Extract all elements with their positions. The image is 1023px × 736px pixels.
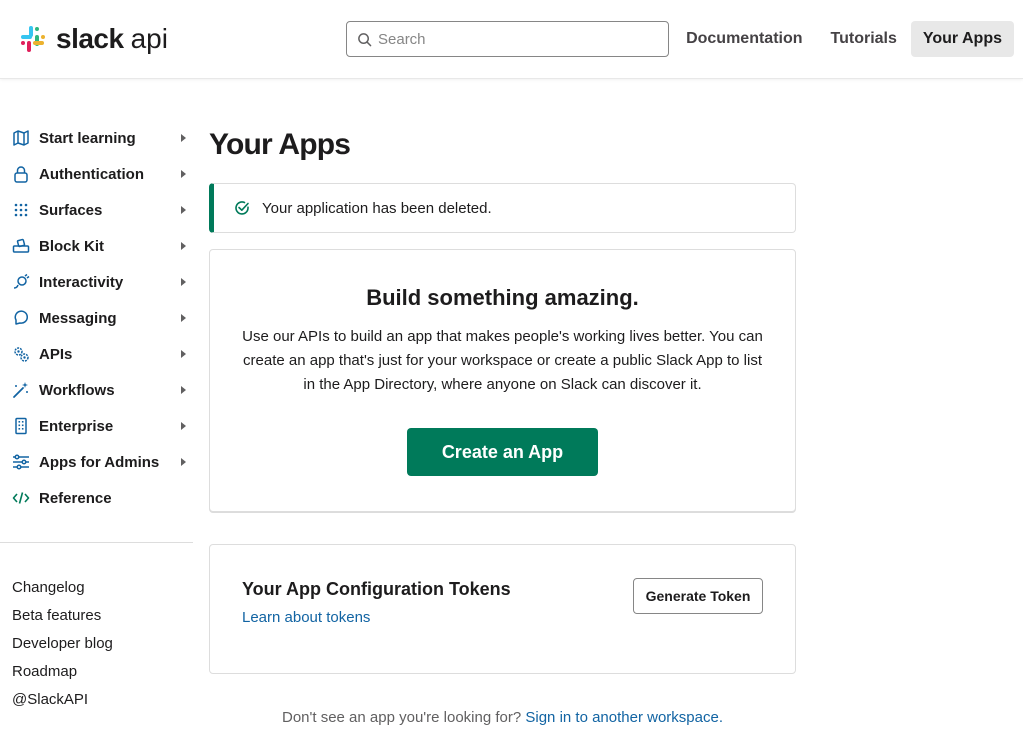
- link-beta-features[interactable]: Beta features: [12, 602, 113, 630]
- logo-word: slack: [56, 23, 124, 54]
- alert-message: Your application has been deleted.: [262, 199, 492, 217]
- sidebar-item-label: Messaging: [39, 309, 117, 327]
- gears-icon: [12, 345, 30, 363]
- chat-icon: [12, 309, 30, 327]
- sidebar-item-messaging[interactable]: Messaging: [0, 300, 193, 336]
- tokens-heading: Your App Configuration Tokens: [242, 579, 511, 599]
- link-roadmap[interactable]: Roadmap: [12, 658, 113, 686]
- sidebar-item-surfaces[interactable]: Surfaces: [0, 192, 193, 228]
- sidebar-item-label: Apps for Admins: [39, 453, 160, 471]
- magic-wand-icon: [12, 381, 30, 399]
- grid-dots-icon: [12, 201, 30, 219]
- build-description: Use our APIs to build an app that makes …: [242, 328, 763, 393]
- slack-logo-icon: [21, 26, 45, 52]
- learn-tokens-link[interactable]: Learn about tokens: [242, 609, 370, 626]
- sidebar-item-workflows[interactable]: Workflows: [0, 372, 193, 408]
- top-nav: Documentation Tutorials Your Apps: [672, 21, 1014, 57]
- sidebar-item-label: Reference: [39, 489, 112, 507]
- sidebar-item-label: Authentication: [39, 165, 144, 183]
- lock-icon: [12, 165, 30, 183]
- sidebar-item-label: Start learning: [39, 129, 136, 147]
- sidebar-item-apps-for-admins[interactable]: Apps for Admins: [0, 444, 193, 480]
- sidebar-item-label: Workflows: [39, 381, 115, 399]
- success-alert: Your application has been deleted.: [209, 183, 796, 233]
- building-icon: [12, 417, 30, 435]
- sidebar-links: Changelog Beta features Developer blog R…: [12, 574, 113, 714]
- sidebar-item-label: Enterprise: [39, 417, 114, 435]
- top-header: slack api Documentation Tutorials Your A…: [0, 0, 1023, 79]
- footer-note: Don't see an app you're looking for? Sig…: [209, 709, 796, 726]
- sidebar-item-block-kit[interactable]: Block Kit: [0, 228, 193, 264]
- nav-tutorials[interactable]: Tutorials: [817, 21, 911, 57]
- create-app-button[interactable]: Create an App: [407, 428, 598, 476]
- config-tokens-card: Your App Configuration Tokens Learn abou…: [209, 544, 796, 674]
- sidebar-item-reference[interactable]: Reference: [0, 480, 193, 516]
- plug-icon: [12, 273, 30, 291]
- sidebar-nav: Start learning Authentication Surfaces B…: [0, 120, 193, 516]
- sidebar-item-label: APIs: [39, 345, 73, 363]
- caret-right-icon[interactable]: [181, 134, 186, 142]
- sidebar-item-authentication[interactable]: Authentication: [0, 156, 193, 192]
- generate-token-button[interactable]: Generate Token: [633, 578, 763, 614]
- nav-documentation[interactable]: Documentation: [672, 21, 816, 57]
- check-circle-icon: [235, 201, 249, 215]
- sliders-icon: [12, 453, 30, 471]
- link-developer-blog[interactable]: Developer blog: [12, 630, 113, 658]
- caret-right-icon[interactable]: [181, 278, 186, 286]
- sidebar-item-enterprise[interactable]: Enterprise: [0, 408, 193, 444]
- sidebar-item-label: Surfaces: [39, 201, 103, 219]
- nav-your-apps[interactable]: Your Apps: [910, 21, 1014, 57]
- logo-suffix: api: [130, 23, 168, 54]
- sidebar-item-apis[interactable]: APIs: [0, 336, 193, 372]
- search-box[interactable]: [346, 21, 669, 57]
- search-icon: [358, 32, 372, 46]
- sidebar-divider: [0, 542, 193, 543]
- caret-right-icon[interactable]: [181, 422, 186, 430]
- slack-api-logo[interactable]: slack api: [18, 24, 168, 54]
- sidebar-item-label: Interactivity: [39, 273, 124, 291]
- link-slackapi[interactable]: @SlackAPI: [12, 686, 113, 714]
- blocks-icon: [12, 237, 30, 255]
- build-heading: Build something amazing.: [366, 285, 639, 310]
- sidebar-item-start-learning[interactable]: Start learning: [0, 120, 193, 156]
- caret-right-icon[interactable]: [181, 206, 186, 214]
- footer-text: Don't see an app you're looking for?: [281, 709, 526, 726]
- page-title: Your Apps: [209, 128, 351, 161]
- sidebar-item-label: Block Kit: [39, 237, 105, 255]
- caret-right-icon[interactable]: [181, 242, 186, 250]
- caret-right-icon[interactable]: [181, 314, 186, 322]
- caret-right-icon[interactable]: [181, 386, 186, 394]
- caret-right-icon[interactable]: [181, 170, 186, 178]
- sidebar-item-interactivity[interactable]: Interactivity: [0, 264, 193, 300]
- caret-right-icon[interactable]: [181, 350, 186, 358]
- book-map-icon: [12, 129, 30, 147]
- search-input[interactable]: [378, 30, 658, 48]
- build-card: Build something amazing. Use our APIs to…: [209, 249, 796, 512]
- link-changelog[interactable]: Changelog: [12, 574, 113, 602]
- sign-in-workspace-link[interactable]: Sign in to another workspace.: [525, 709, 723, 726]
- code-icon: [12, 489, 30, 507]
- caret-right-icon[interactable]: [181, 458, 186, 466]
